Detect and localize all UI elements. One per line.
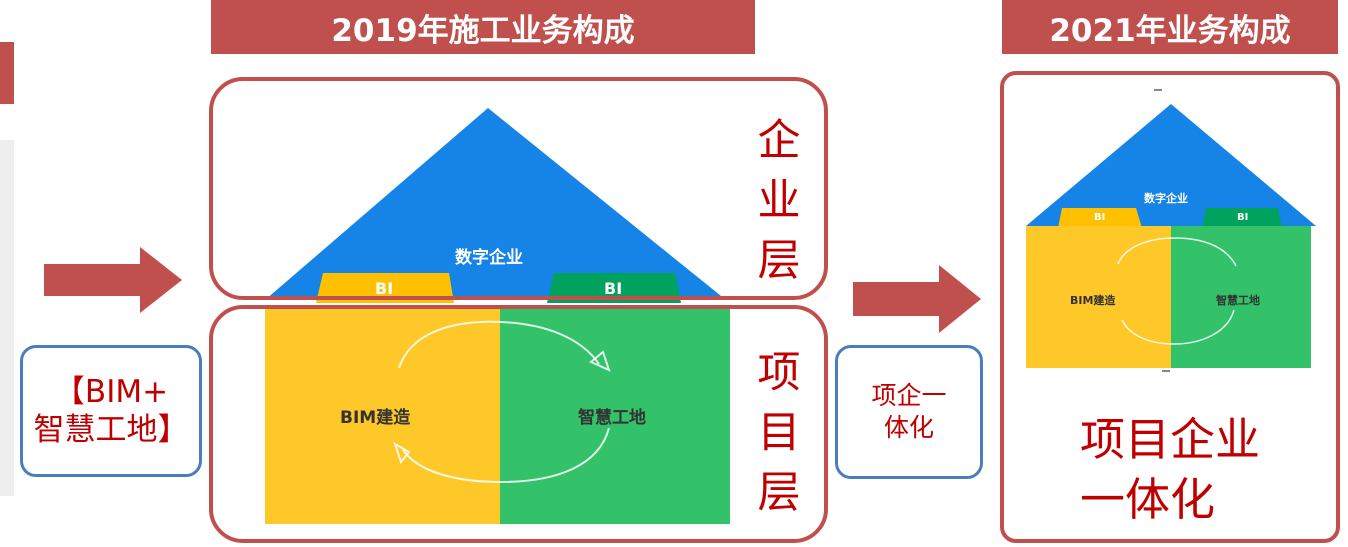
block-smart-site-label-2021: 智慧工地 (1216, 294, 1260, 307)
roof-label-2021: 数字企业 (1144, 192, 1188, 205)
bi-label-right-2021: BI (1237, 212, 1249, 223)
title-2019-banner: 2019年施工业务构成 (211, 0, 755, 54)
project-enterprise-integration-box: 项企一 体化 (835, 345, 983, 479)
left-red-tab (0, 42, 14, 104)
bim-smart-site-box: 【BIM+ 智慧工地】 (20, 345, 202, 477)
enterprise-layer-box (209, 77, 828, 300)
enterprise-layer-label: 企 业 层 (757, 116, 801, 286)
block-bim-label-2021: BIM建造 (1070, 294, 1116, 307)
project-layer-label: 项 目 层 (757, 348, 801, 518)
integration-caption: 项目企业 一体化 (1080, 413, 1261, 526)
title-2021: 2021年业务构成 (1049, 12, 1291, 49)
title-2019: 2019年施工业务构成 (331, 12, 635, 49)
project-layer-box (209, 305, 828, 543)
right-arrow-icon (853, 265, 981, 333)
house-diagram-2021 (1026, 89, 1316, 372)
bi-label-left-2021: BI (1094, 212, 1106, 223)
roof-triangle (1026, 104, 1316, 226)
left-sidebar-strip (0, 140, 14, 496)
right-arrow-icon (44, 247, 182, 313)
title-2021-banner: 2021年业务构成 (1002, 0, 1338, 54)
